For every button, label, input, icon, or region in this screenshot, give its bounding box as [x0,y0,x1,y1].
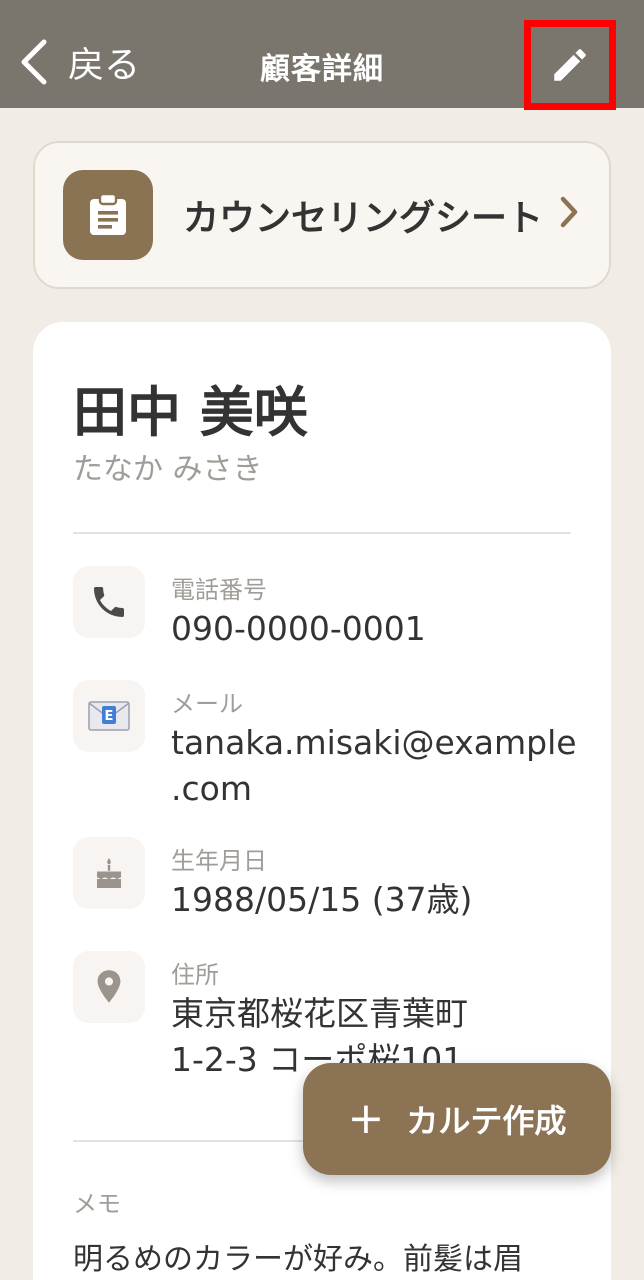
birthday-value: 1988/05/15 (37歳) [171,880,473,919]
phone-icon [94,587,124,617]
email-value[interactable]: tanaka.misaki@example .com [171,720,591,812]
email-icon-box: E [73,680,145,752]
email-value-line2: .com [171,769,252,808]
svg-text:E: E [105,709,114,724]
create-chart-button[interactable]: + カルテ作成 [303,1063,611,1175]
navigation-header: 戻る 顧客詳細 [0,0,644,110]
chevron-right-icon [559,195,579,233]
customer-name: 田中 美咲 [73,381,308,444]
email-label: メール [171,690,243,718]
memo-label: メモ [73,1190,121,1218]
address-label: 住所 [171,961,219,989]
counseling-sheet-button[interactable]: カウンセリングシート [33,141,611,289]
birthday-icon-box [73,837,145,909]
plus-icon: + [347,1093,385,1144]
phone-icon-box [73,566,145,638]
create-chart-label: カルテ作成 [406,1102,567,1140]
counseling-sheet-label: カウンセリングシート [183,198,544,239]
pencil-icon [554,49,586,81]
address-value-line1: 東京都桜花区青葉町 [171,994,468,1033]
customer-detail-screen: 戻る 顧客詳細 カウンセリングシート 田中 美咲 たなか みさき 電話番号 09… [0,0,644,1280]
cake-icon [97,858,121,888]
divider [73,532,571,534]
counseling-icon-box [63,170,153,260]
email-icon: E [88,701,130,731]
customer-kana: たなか みさき [73,452,263,487]
address-icon-box [73,951,145,1023]
birthday-label: 生年月日 [171,847,267,875]
email-value-line1: tanaka.misaki@example [171,723,577,762]
phone-label: 電話番号 [171,576,267,604]
clipboard-icon [90,193,126,235]
location-pin-icon [97,970,121,1003]
memo-text: 明るめのカラーが好み。前髪は眉 [73,1242,523,1277]
edit-button[interactable] [524,20,616,110]
phone-value[interactable]: 090-0000-0001 [171,606,591,652]
